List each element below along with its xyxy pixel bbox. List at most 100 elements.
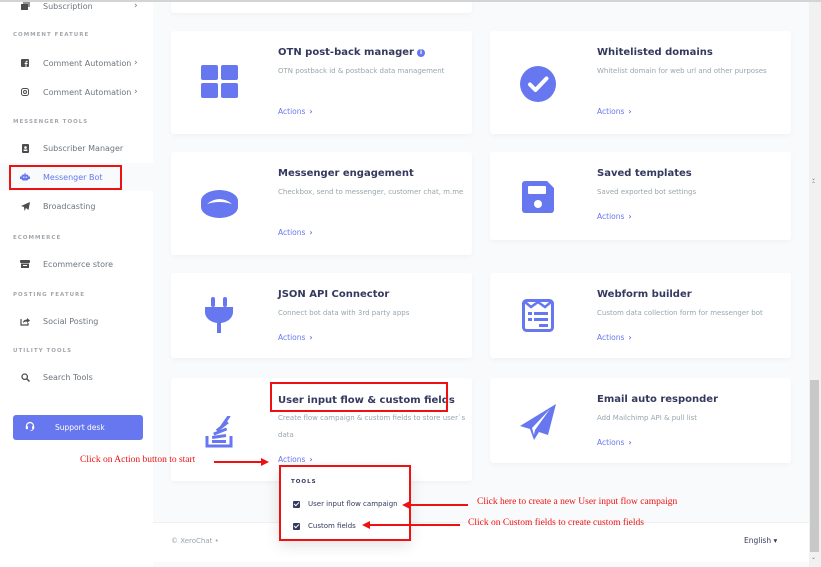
sidebar-item-messenger-bot[interactable]: Messenger Bot [0,163,153,191]
card-description: OTN postback id & postback data manageme… [278,67,445,75]
arrow-line [410,504,468,506]
form-icon [518,295,558,335]
chevron-right-icon: › [309,333,313,342]
menu-item-custom-fields[interactable]: Custom fields [293,522,356,530]
sidebar-item-comment-automation-facebook[interactable]: Comment Automation › [0,49,153,77]
paper-plane-icon [518,402,558,442]
chevron-right-icon: › [134,87,138,97]
info-icon[interactable]: i [416,49,425,57]
facebook-icon [20,58,30,68]
chevron-up-icon[interactable]: ⌃ [811,182,816,188]
section-header-posting-feature: Posting Feature [13,292,86,298]
sidebar-item-label: Messenger Bot [43,172,103,182]
annotation-campaign: Click here to create a new User input fl… [477,497,678,507]
card-title: Webform builder [597,289,692,300]
store-icon [20,259,30,269]
actions-link[interactable]: Actions › [597,107,632,116]
sidebar-item-label: Comment Automation [43,58,132,68]
card-webform-builder: Webform builder Custom data collection f… [490,273,791,358]
stack-icon [199,412,239,452]
scroll-down-arrow-icon[interactable]: ⌄ [811,555,816,561]
actions-link[interactable]: Actions › [597,212,632,221]
sidebar-item-comment-automation-instagram[interactable]: Comment Automation › [0,78,153,106]
plug-icon [199,295,239,335]
headset-icon [25,421,35,434]
card-description: Create flow campaign & custom fields to … [278,414,466,439]
sidebar-item-subscription[interactable]: Subscription › [0,0,153,20]
card-title: OTN post-back manager i [278,47,425,58]
language-selector[interactable]: English ▾ [744,536,777,545]
actions-link[interactable]: Actions › [278,333,313,342]
card-description: Custom data collection form for messenge… [597,309,763,317]
sidebar-item-label: Subscription [43,1,93,11]
section-header-utility-tools: Utility Tools [13,348,73,354]
sidebar-item-broadcasting[interactable]: Broadcasting [0,192,153,220]
card-title: JSON API Connector [278,289,390,300]
grid-icon [199,61,239,101]
main-content: OTN post-back manager i OTN postback id &… [153,0,809,522]
copyright-text: © XeroChat • [171,537,219,545]
sidebar-item-subscriber-manager[interactable]: Subscriber Manager [0,134,153,162]
vertical-scrollbar[interactable]: ⌄ ⌃ ⌄ [809,2,821,567]
chevron-right-icon: › [134,1,138,11]
card-saved-templates: Saved templates Saved exported bot setti… [490,152,791,240]
paper-plane-icon [20,201,30,211]
actions-link[interactable]: Actions › [278,107,313,116]
card-title: Messenger engagement [278,168,414,179]
card-description: Connect bot data with 3rd party apps [278,309,410,317]
dropdown-header: TOOLS [291,479,317,485]
contact-card-icon [20,143,30,153]
actions-link[interactable]: Actions › [278,455,313,464]
chevron-right-icon: › [309,107,313,116]
annotation-custom-fields: Click on Custom fields to create custom … [468,518,644,528]
chevron-right-icon: › [628,438,632,447]
actions-link[interactable]: Actions › [597,333,632,342]
checkbox-icon [293,522,300,530]
arrow-head-icon [402,501,410,509]
card-title: Whitelisted domains [597,47,713,58]
card-description: Checkbox, send to messenger, customer ch… [278,188,464,196]
card-email-auto-responder: Email auto responder Add Mailchimp API &… [490,378,791,463]
arrow-head-icon [362,521,370,529]
chevron-right-icon: › [309,228,313,237]
section-header-comment-feature: Comment Feature [13,32,90,38]
footer: © XeroChat • English ▾ [153,522,809,562]
card-user-input-flow: User input flow & custom fields Create f… [171,378,472,481]
annotation-start: Click on Action button to start [80,455,196,465]
chevron-right-icon: › [309,455,313,464]
card-whitelisted-domains: Whitelisted domains Whitelist domain for… [490,31,791,134]
robot-icon [20,172,30,182]
sidebar-item-label: Comment Automation [43,87,132,97]
sidebar-item-label: Social Posting [43,316,99,326]
card-json-api-connector: JSON API Connector Connect bot data with… [171,273,472,358]
sidebar-item-label: Subscriber Manager [43,143,124,153]
card-description: Add Mailchimp API & pull list [597,414,697,422]
chevron-right-icon: › [628,212,632,221]
actions-dropdown-menu: TOOLS User input flow campaign Custom fi… [279,467,410,541]
support-desk-button[interactable]: Support desk [13,415,143,440]
scrollbar-thumb[interactable] [810,380,819,552]
card-messenger-engagement: Messenger engagement Checkbox, send to m… [171,152,472,255]
sidebar-item-label: Search Tools [43,372,93,382]
sidebar-item-search-tools[interactable]: Search Tools [0,363,153,391]
card-title: Email auto responder [597,394,719,405]
sidebar-item-ecommerce-store[interactable]: Ecommerce store [0,250,153,278]
search-icon [20,372,30,382]
card-description: Whitelist domain for web url and other p… [597,67,767,75]
section-header-messenger-tools: Messenger Tools [13,119,89,125]
card-description: Saved exported bot settings [597,188,697,196]
arrow-line [370,524,460,526]
actions-link[interactable]: Actions › [278,228,313,237]
actions-link[interactable]: Actions › [597,438,632,447]
chevron-right-icon: › [134,58,138,68]
instagram-icon [20,87,30,97]
bottom-strip [153,562,809,567]
checkbox-icon [293,500,300,508]
sidebar: Subscription › Comment Feature Comment A… [0,0,153,567]
menu-item-user-input-flow-campaign[interactable]: User input flow campaign [293,500,398,508]
chevron-right-icon: › [628,107,632,116]
arrow-line [214,461,262,463]
sidebar-item-label: Ecommerce store [43,259,114,269]
sidebar-item-label: Broadcasting [43,201,96,211]
sidebar-item-social-posting[interactable]: Social Posting [0,307,153,335]
